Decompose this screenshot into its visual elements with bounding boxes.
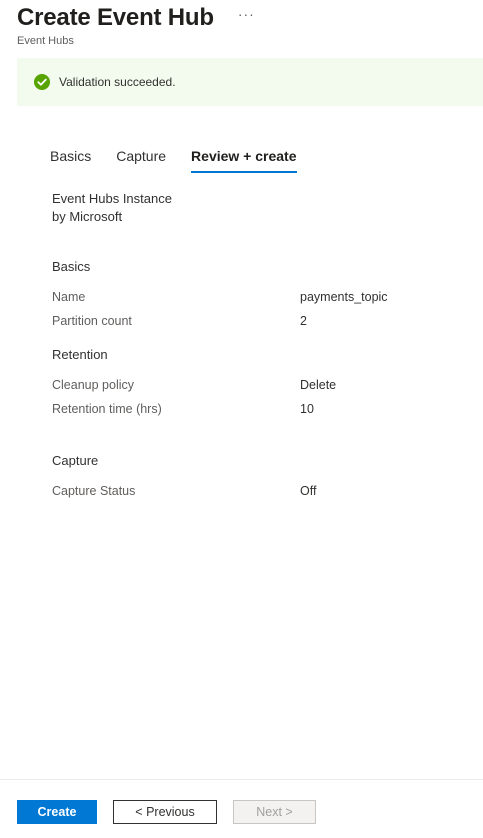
section-title-retention: Retention	[52, 347, 108, 362]
retention-time-value: 10	[300, 402, 314, 416]
next-button[interactable]: Next >	[232, 799, 317, 825]
tab-bar: Basics Capture Review + create	[50, 145, 322, 173]
capture-status-label: Capture Status	[52, 484, 136, 498]
validation-banner: Validation succeeded.	[17, 58, 483, 106]
page-title: Create Event Hub	[17, 4, 214, 31]
create-button[interactable]: Create	[17, 800, 97, 824]
page-header: Create Event Hub ··· Event Hubs	[17, 2, 255, 47]
tab-capture[interactable]: Capture	[116, 145, 166, 173]
section-title-basics: Basics	[52, 259, 91, 274]
footer-divider	[0, 779, 483, 780]
capture-status-value: Off	[300, 484, 317, 498]
retention-time-label: Retention time (hrs)	[52, 402, 162, 416]
name-value: payments_topic	[300, 290, 388, 304]
validation-message: Validation succeeded.	[59, 75, 176, 89]
section-title-capture: Capture	[52, 453, 99, 468]
cleanup-policy-value: Delete	[300, 378, 337, 392]
instance-publisher: by Microsoft	[52, 209, 123, 224]
partition-count-value: 2	[300, 314, 307, 328]
partition-count-label: Partition count	[52, 314, 132, 328]
more-options-icon[interactable]: ···	[238, 6, 255, 22]
tab-basics[interactable]: Basics	[50, 145, 91, 173]
previous-button[interactable]: < Previous	[113, 800, 217, 824]
name-label: Name	[52, 290, 86, 304]
check-circle-icon	[34, 74, 50, 90]
instance-info: Event Hubs Instance by Microsoft	[52, 190, 172, 226]
instance-name: Event Hubs Instance	[52, 191, 172, 206]
cleanup-policy-label: Cleanup policy	[52, 378, 134, 392]
tab-review-create[interactable]: Review + create	[191, 145, 297, 173]
create-event-hub-page: Create Event Hub ··· Event Hubs Validati…	[0, 0, 483, 838]
title-row: Create Event Hub ···	[17, 2, 255, 34]
page-subtitle: Event Hubs	[17, 35, 74, 47]
